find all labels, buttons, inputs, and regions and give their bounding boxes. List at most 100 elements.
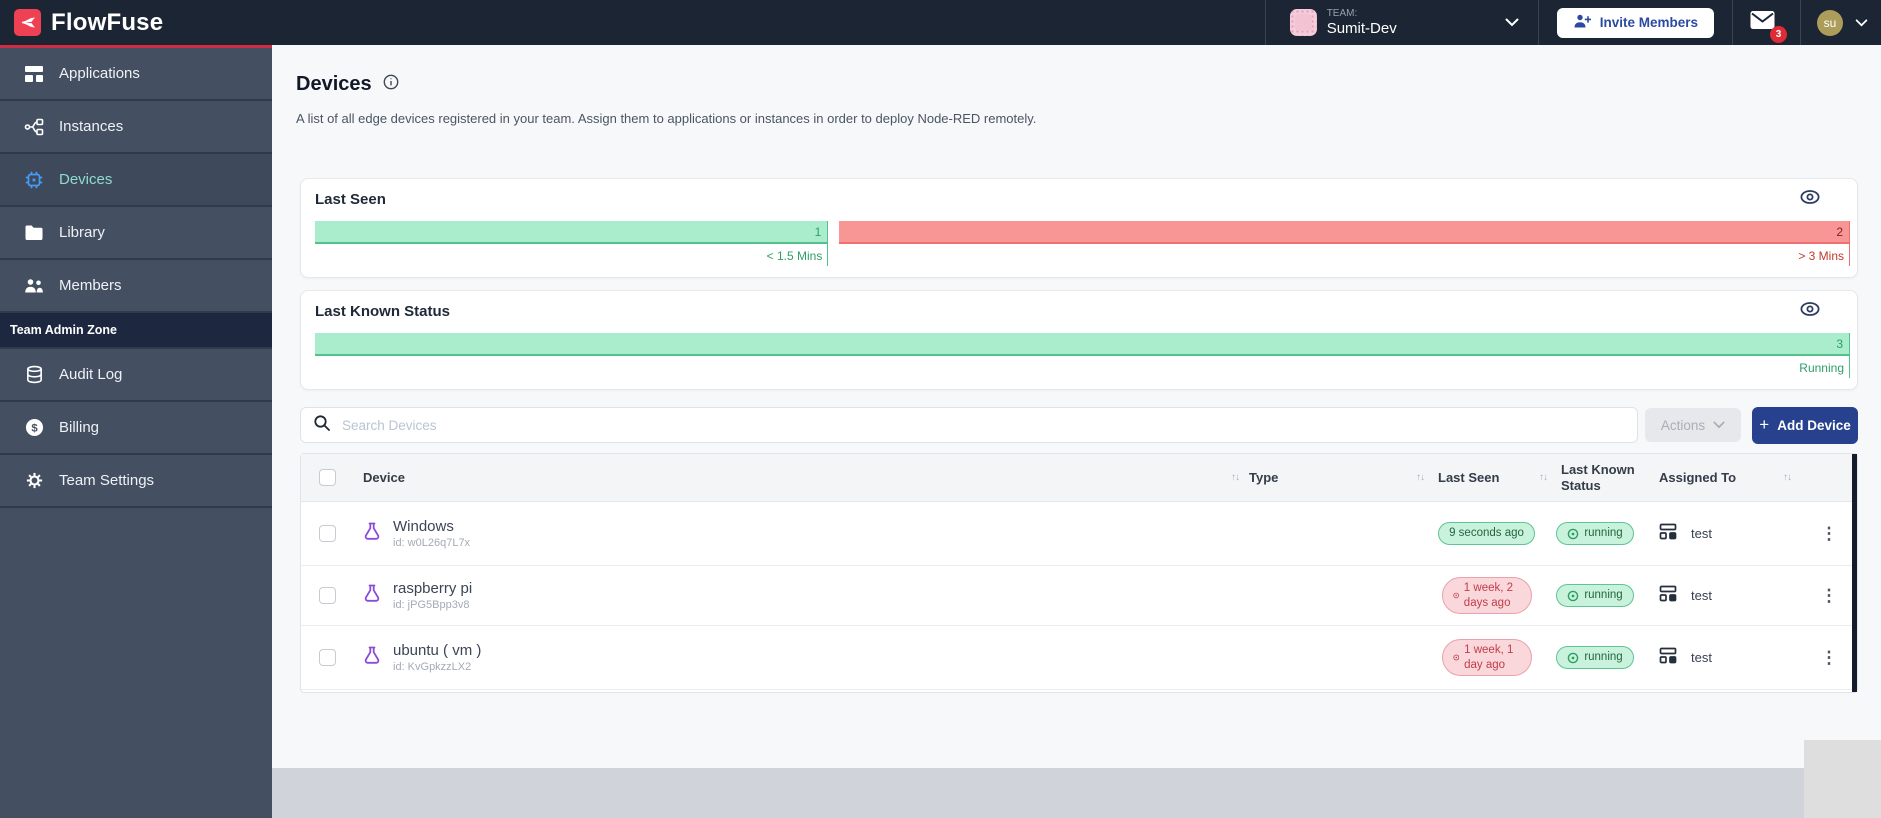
sidebar: Applications Instances Devices Library M… xyxy=(0,48,272,818)
invite-members-label: Invite Members xyxy=(1599,15,1698,30)
flowfuse-logo-icon xyxy=(14,9,41,36)
devices-table: Device ↑↓ Type ↑↓ Last Seen ↑↓ Last Know… xyxy=(300,453,1858,693)
team-admin-zone-label: Team Admin Zone xyxy=(10,323,117,337)
sidebar-item-members[interactable]: Members xyxy=(0,260,272,313)
add-device-label: Add Device xyxy=(1777,418,1851,433)
eye-icon[interactable] xyxy=(1799,189,1821,208)
table-scrollbar[interactable] xyxy=(1852,454,1857,692)
status-segment-running[interactable]: 3 Running xyxy=(315,333,1850,378)
sidebar-item-applications[interactable]: Applications xyxy=(0,48,272,101)
sort-icon[interactable]: ↑↓ xyxy=(1231,472,1240,483)
column-header-last-known-status: Last Known Status xyxy=(1561,461,1635,493)
column-header-type: Type xyxy=(1249,470,1279,485)
add-device-button[interactable]: + Add Device xyxy=(1752,407,1858,444)
team-avatar xyxy=(1289,9,1317,36)
assigned-to-value[interactable]: test xyxy=(1691,588,1712,603)
last-seen-segment-ok[interactable]: 1 < 1.5 Mins xyxy=(315,221,829,266)
status-bar-chart: 3 Running xyxy=(315,333,1850,378)
sidebar-item-instances[interactable]: Instances xyxy=(0,101,272,154)
search-devices-box xyxy=(300,407,1638,443)
last-known-status-card: Last Known Status 3 Running xyxy=(300,290,1858,390)
user-menu[interactable]: su xyxy=(1801,9,1881,36)
page-subtitle: A list of all edge devices registered in… xyxy=(296,111,1037,126)
user-avatar: su xyxy=(1817,9,1843,36)
sidebar-item-devices[interactable]: Devices xyxy=(0,154,272,207)
application-icon xyxy=(1659,585,1677,607)
segment-caption: Running xyxy=(1799,361,1844,375)
table-row[interactable]: raspberry pi id: jPG5Bpp3v8 1 week, 2 da… xyxy=(301,566,1857,626)
folder-icon xyxy=(24,223,44,243)
sidebar-item-label: Billing xyxy=(59,419,100,436)
table-row[interactable]: Windows id: w0L26q7L7x 9 seconds ago run… xyxy=(301,502,1857,566)
device-name[interactable]: ubuntu ( vm ) xyxy=(393,642,481,659)
device-id: id: KvGpkzzLX2 xyxy=(393,661,472,673)
clock-dot-icon xyxy=(1452,654,1459,661)
brand-logo[interactable]: FlowFuse xyxy=(0,9,163,37)
kebab-menu-icon[interactable]: ⋮ xyxy=(1821,525,1838,542)
search-input[interactable] xyxy=(342,417,1625,433)
device-id: id: w0L26q7L7x xyxy=(393,537,471,549)
kebab-menu-icon[interactable]: ⋮ xyxy=(1821,649,1838,666)
select-all-checkbox[interactable] xyxy=(319,469,336,486)
devices-chip-icon xyxy=(24,170,44,190)
sidebar-item-library[interactable]: Library xyxy=(0,207,272,260)
last-seen-title: Last Seen xyxy=(315,191,386,208)
sidebar-item-label: Members xyxy=(59,277,122,294)
invite-members-button[interactable]: Invite Members xyxy=(1556,7,1714,38)
sidebar-item-label: Devices xyxy=(59,171,113,188)
kebab-menu-icon[interactable]: ⋮ xyxy=(1821,587,1838,604)
table-header-row: Device ↑↓ Type ↑↓ Last Seen ↑↓ Last Know… xyxy=(301,454,1857,502)
segment-caption: > 3 Mins xyxy=(1798,249,1844,263)
chevron-down-icon xyxy=(1713,421,1725,429)
eye-icon[interactable] xyxy=(1799,301,1821,320)
device-id: id: jPG5Bpp3v8 xyxy=(393,599,470,611)
last-seen-bar-chart: 1 < 1.5 Mins 2 > 3 Mins xyxy=(315,221,1850,266)
clock-dot-icon xyxy=(1452,592,1459,599)
dollar-circle-icon: $ xyxy=(24,418,44,438)
members-icon xyxy=(24,276,44,296)
brand-name: FlowFuse xyxy=(51,8,164,36)
sidebar-accent-line xyxy=(0,45,272,48)
table-row[interactable]: ubuntu ( vm ) id: KvGpkzzLX2 1 week, 1 d… xyxy=(301,626,1857,690)
sort-icon[interactable]: ↑↓ xyxy=(1539,472,1548,484)
svg-text:$: $ xyxy=(31,422,38,434)
sort-icon[interactable]: ↑↓ xyxy=(1416,472,1425,483)
database-icon xyxy=(24,365,44,385)
divider xyxy=(1537,0,1539,45)
flask-icon xyxy=(363,522,381,546)
sidebar-item-label: Team Settings xyxy=(59,472,155,489)
chevron-down-icon xyxy=(1502,13,1522,33)
row-checkbox[interactable] xyxy=(319,525,336,542)
running-dot-icon xyxy=(1568,652,1579,663)
notifications-button[interactable]: 3 xyxy=(1733,10,1800,43)
assigned-to-value[interactable]: test xyxy=(1691,526,1712,541)
assigned-to-value[interactable]: test xyxy=(1691,650,1712,665)
person-plus-icon xyxy=(1573,13,1591,32)
team-name: Sumit-Dev xyxy=(1326,19,1397,37)
plus-icon: + xyxy=(1759,414,1770,434)
sidebar-item-billing[interactable]: $ Billing xyxy=(0,402,272,455)
flask-icon xyxy=(363,646,381,670)
last-seen-card: Last Seen 1 < 1.5 Mins 2 > 3 Mins xyxy=(300,178,1858,278)
sidebar-item-label: Instances xyxy=(59,118,124,135)
sidebar-item-audit-log[interactable]: Audit Log xyxy=(0,349,272,402)
sort-icon[interactable]: ↑↓ xyxy=(1783,472,1792,483)
column-header-device: Device xyxy=(363,470,405,485)
segment-value: 1 xyxy=(814,225,822,239)
team-selector[interactable]: TEAM: Sumit-Dev xyxy=(1266,0,1538,45)
sidebar-item-team-settings[interactable]: Team Settings xyxy=(0,455,272,508)
info-icon[interactable] xyxy=(383,74,399,95)
chevron-down-icon xyxy=(1851,13,1871,33)
row-checkbox[interactable] xyxy=(319,587,336,604)
application-icon xyxy=(1659,647,1677,669)
actions-dropdown[interactable]: Actions xyxy=(1645,408,1741,442)
application-icon xyxy=(1659,523,1677,545)
row-checkbox[interactable] xyxy=(319,649,336,666)
device-name[interactable]: Windows xyxy=(393,518,470,535)
device-name[interactable]: raspberry pi xyxy=(393,580,472,597)
last-seen-segment-stale[interactable]: 2 > 3 Mins xyxy=(839,221,1850,266)
status-badge: running xyxy=(1556,522,1634,545)
status-badge: running xyxy=(1556,646,1634,669)
bottom-gray-band xyxy=(272,768,1881,818)
column-header-assigned-to: Assigned To xyxy=(1659,470,1737,485)
